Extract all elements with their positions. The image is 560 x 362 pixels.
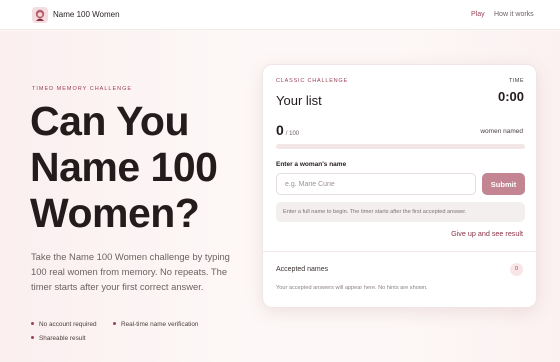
nav-link-how-it-works[interactable]: How it works xyxy=(494,11,534,18)
hero-headline: Can You Name 100 Women? xyxy=(30,98,270,236)
feature-label: Shareable result xyxy=(39,335,86,342)
accepted-names-title: Accepted names xyxy=(276,266,329,273)
bullet-dot-icon xyxy=(31,322,34,325)
nav-link-play[interactable]: Play xyxy=(471,11,485,18)
bullet-dot-icon xyxy=(113,322,116,325)
progress-bar xyxy=(276,144,525,149)
hero-description: Take the Name 100 Women challenge by typ… xyxy=(31,251,230,292)
name-field-label: Enter a woman's name xyxy=(276,161,347,168)
timer-label: TIME xyxy=(508,78,524,84)
headline-line: Women? xyxy=(30,190,200,236)
timer-value: 0:00 xyxy=(497,89,524,104)
feature-label: No account required xyxy=(39,321,97,328)
accepted-count-badge: 0 xyxy=(510,263,523,276)
count-value: 0 xyxy=(276,122,284,138)
feature-item: Real-time name verification xyxy=(113,321,198,328)
app-logo-icon[interactable] xyxy=(32,7,48,23)
accepted-empty-message: Your accepted answers will appear here. … xyxy=(276,285,428,291)
headline-line: Can You xyxy=(30,98,190,144)
info-message: Enter a full name to begin. The timer st… xyxy=(276,202,525,222)
named-count: 0/ 100 xyxy=(276,122,299,138)
headline-line: Name 100 xyxy=(30,144,218,190)
submit-button[interactable]: Submit xyxy=(482,173,525,195)
count-label: women named xyxy=(480,128,523,135)
name-input[interactable] xyxy=(276,173,476,195)
card-title: Your list xyxy=(276,93,322,108)
hero-eyebrow: TIMED MEMORY CHALLENGE xyxy=(32,86,133,92)
give-up-button[interactable]: Give up and see result xyxy=(451,229,523,238)
brand-name[interactable]: Name 100 Women xyxy=(53,10,120,19)
bullet-dot-icon xyxy=(31,336,34,339)
feature-item: Shareable result xyxy=(31,335,86,342)
divider xyxy=(263,251,536,252)
top-navigation-bar: Name 100 Women Play How it works xyxy=(0,0,560,30)
challenge-card: CLASSIC CHALLENGE Your list TIME 0:00 0/… xyxy=(262,64,537,308)
count-total: / 100 xyxy=(285,131,300,137)
card-eyebrow: CLASSIC CHALLENGE xyxy=(276,78,348,84)
feature-item: No account required xyxy=(31,321,97,328)
feature-label: Real-time name verification xyxy=(121,321,199,328)
